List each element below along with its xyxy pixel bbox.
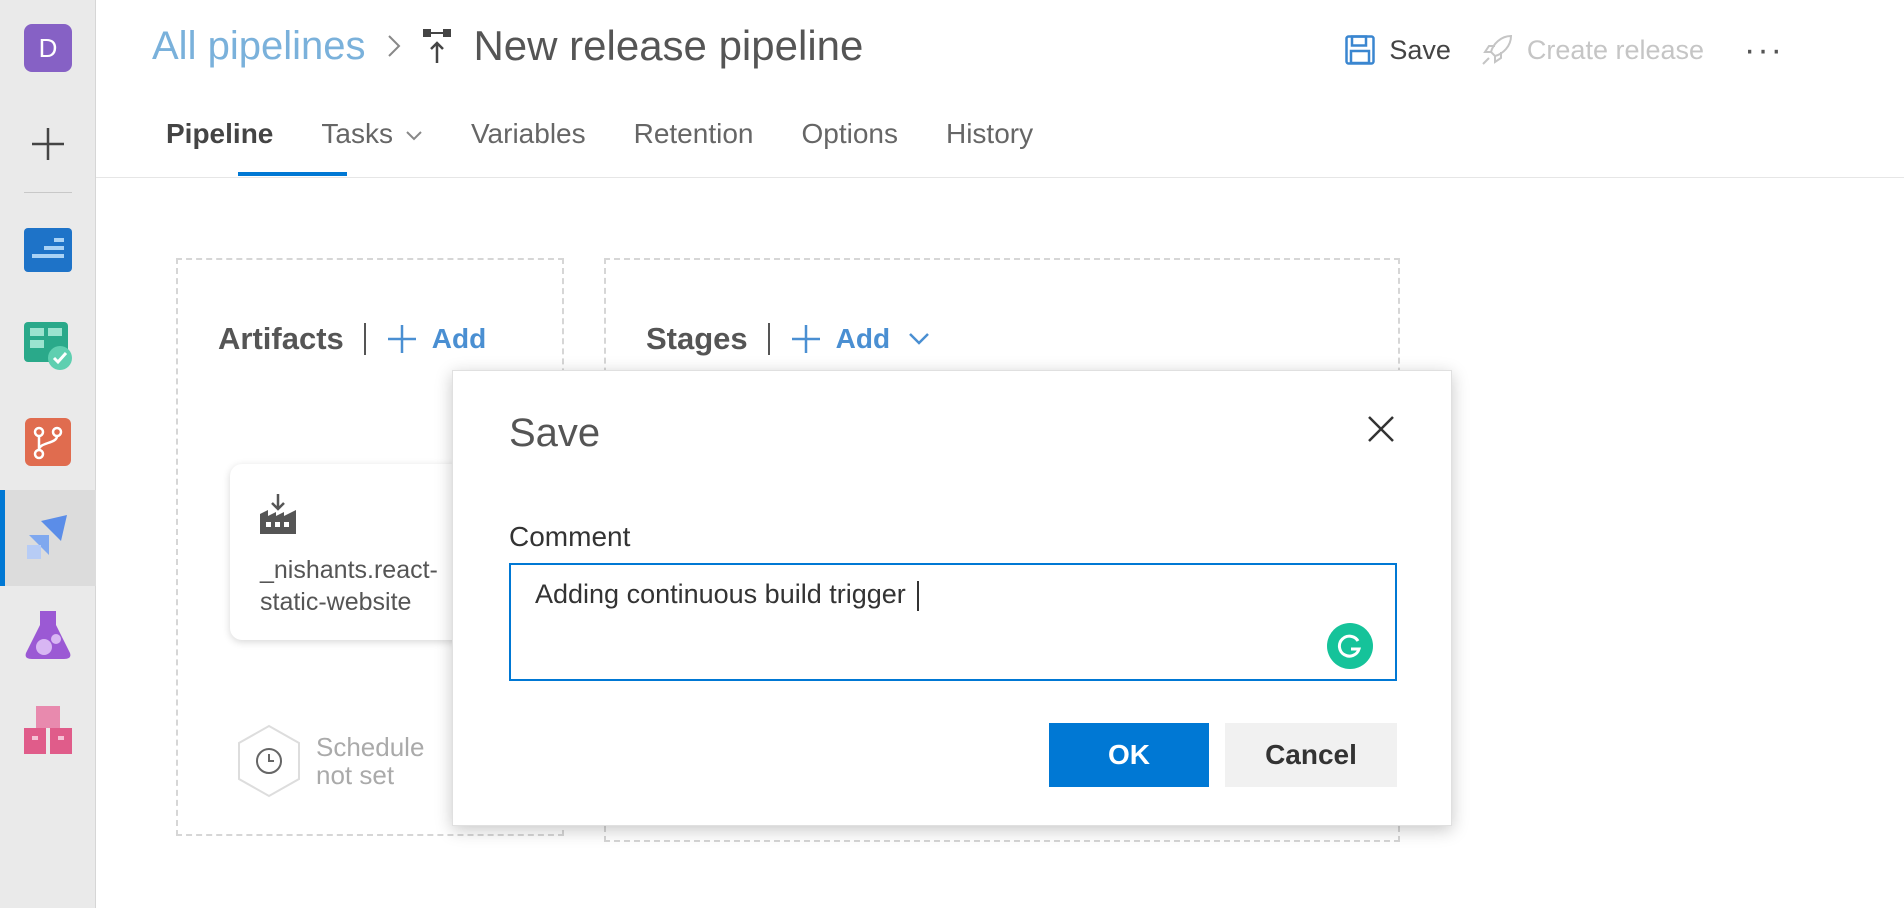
- floppy-disk-icon: [1345, 35, 1376, 65]
- chevron-down-icon: [909, 333, 929, 345]
- divider: [767, 323, 770, 355]
- add-stage-button[interactable]: Add: [790, 323, 944, 355]
- create-release-button[interactable]: Create release: [1481, 34, 1704, 66]
- comment-input[interactable]: Adding continuous build trigger: [509, 563, 1397, 681]
- ok-button[interactable]: OK: [1049, 723, 1209, 787]
- active-tab-indicator: [238, 172, 347, 176]
- boards-icon: [24, 322, 72, 370]
- plus-icon: [32, 128, 64, 160]
- more-options-button[interactable]: ···: [1744, 31, 1784, 70]
- breadcrumb-all-pipelines[interactable]: All pipelines: [152, 24, 365, 69]
- artifacts-title: Artifacts: [218, 321, 344, 356]
- tab-bar: Pipeline Tasks Variables Retention Optio…: [142, 110, 1057, 178]
- avatar-item[interactable]: D: [0, 0, 96, 96]
- schedule-text: Schedule not set: [316, 732, 425, 790]
- comment-value: Adding continuous build trigger: [535, 579, 914, 609]
- breadcrumb: All pipelines New release pipeline: [152, 18, 863, 74]
- chevron-down-icon: [406, 131, 422, 141]
- add-artifact-label: Add: [431, 323, 487, 354]
- schedule-trigger[interactable]: Schedule not set: [236, 724, 456, 798]
- overview-icon: [24, 228, 72, 272]
- rail-item-test-plans[interactable]: [0, 586, 96, 682]
- rail-item-boards[interactable]: [0, 298, 96, 394]
- cancel-button[interactable]: Cancel: [1225, 723, 1397, 787]
- toolbar: Save Create release ···: [1315, 28, 1784, 72]
- add-stage-label: Add: [835, 323, 891, 354]
- tab-pipeline[interactable]: Pipeline: [142, 110, 297, 178]
- text-caret: [917, 580, 920, 611]
- rail-item-repos[interactable]: [0, 394, 96, 490]
- chevron-right-icon: [387, 34, 401, 58]
- divider: [363, 323, 366, 355]
- tab-history[interactable]: History: [922, 110, 1057, 178]
- clock-icon: [238, 724, 300, 798]
- left-rail: D: [0, 0, 96, 908]
- save-button-label: Save: [1389, 34, 1451, 65]
- rocket-icon: [1482, 34, 1512, 65]
- plus-icon: [387, 325, 416, 353]
- page-title: New release pipeline: [473, 22, 864, 69]
- comment-label: Comment: [509, 521, 631, 552]
- close-icon: [1368, 416, 1394, 442]
- rail-item-pipelines[interactable]: [0, 490, 96, 586]
- tab-tasks[interactable]: Tasks: [297, 110, 447, 178]
- add-artifact-button[interactable]: Add: [386, 323, 486, 355]
- tab-options[interactable]: Options: [777, 110, 922, 178]
- repos-icon: [25, 418, 71, 466]
- tab-tasks-label: Tasks: [321, 118, 393, 149]
- artifact-card[interactable]: _nishants.react-static-website: [230, 464, 490, 640]
- plus-icon: [791, 325, 820, 353]
- lab-icon: [25, 611, 71, 659]
- stages-title: Stages: [646, 321, 748, 356]
- page-header: All pipelines New release pipeline Save …: [96, 0, 1904, 178]
- artifact-name: _nishants.react-static-website: [260, 556, 438, 616]
- save-button[interactable]: Save: [1345, 35, 1451, 66]
- rail-item-artifacts[interactable]: [0, 682, 96, 778]
- artifacts-icon: [24, 706, 72, 754]
- rail-item-overview[interactable]: [0, 202, 96, 298]
- save-dialog: Save Comment Adding continuous build tri…: [452, 370, 1452, 826]
- build-artifact-icon: [260, 494, 296, 539]
- tab-retention[interactable]: Retention: [610, 110, 778, 178]
- grammarly-icon[interactable]: [1327, 623, 1373, 669]
- avatar[interactable]: D: [24, 24, 72, 72]
- create-release-label: Create release: [1526, 34, 1705, 65]
- release-pipeline-icon: [423, 29, 453, 63]
- stages-header: Stages Add: [646, 314, 944, 364]
- pipelines-icon: [27, 515, 67, 559]
- dialog-title: Save: [509, 411, 601, 455]
- tab-variables[interactable]: Variables: [447, 110, 610, 178]
- artifacts-header: Artifacts Add: [218, 314, 486, 364]
- rail-divider: [24, 192, 72, 193]
- new-item-button[interactable]: [0, 96, 96, 192]
- close-button[interactable]: [1363, 411, 1399, 447]
